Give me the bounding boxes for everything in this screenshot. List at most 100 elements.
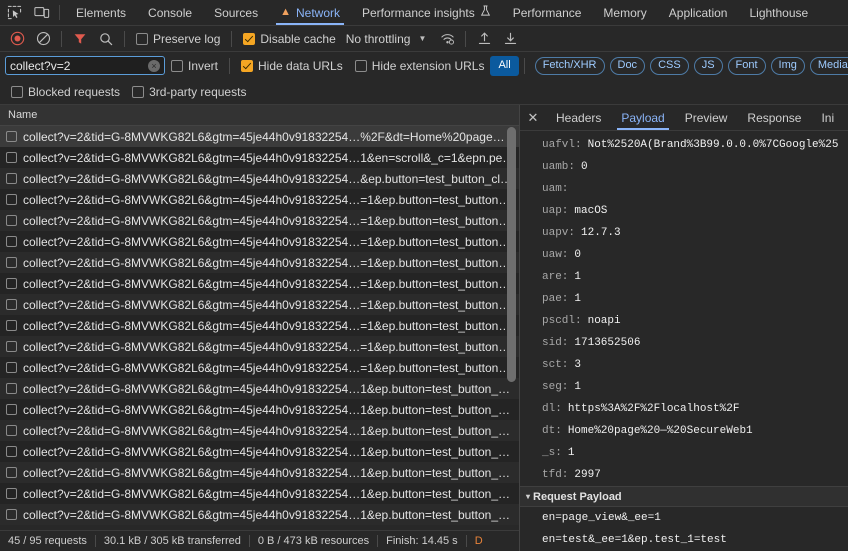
filter-type-css[interactable]: CSS	[650, 57, 689, 75]
blocked-requests-checkbox[interactable]: Blocked requests	[5, 85, 126, 99]
request-row-checkbox[interactable]	[6, 194, 17, 205]
inspect-cursor-icon[interactable]	[0, 0, 28, 25]
clear-filter-icon[interactable]: ×	[148, 60, 160, 72]
request-row[interactable]: collect?v=2&tid=G-8MVWKG82L6&gtm=45je44h…	[0, 441, 519, 462]
network-conditions-icon[interactable]	[434, 26, 460, 52]
request-row-checkbox[interactable]	[6, 320, 17, 331]
payload-param-value: 1	[568, 443, 575, 464]
request-row-checkbox[interactable]	[6, 446, 17, 457]
close-icon[interactable]: ✕	[520, 105, 546, 130]
tab-network[interactable]: ▲ Network	[269, 0, 351, 25]
payload-param-value: https%3A%2F%2Flocalhost%2F	[568, 399, 740, 420]
detail-tab-payload[interactable]: Payload	[611, 105, 674, 130]
request-row-checkbox[interactable]	[6, 236, 17, 247]
filter-type-doc[interactable]: Doc	[610, 57, 646, 75]
tab-performance[interactable]: Performance	[502, 0, 593, 25]
filter-divider-2	[524, 58, 525, 74]
request-row-checkbox[interactable]	[6, 152, 17, 163]
detail-tab-initiator[interactable]: Ini	[811, 105, 844, 130]
record-button-icon[interactable]	[4, 26, 30, 52]
tab-application[interactable]: Application	[658, 0, 739, 25]
request-row-checkbox[interactable]	[6, 488, 17, 499]
request-row-checkbox[interactable]	[6, 257, 17, 268]
request-row-checkbox[interactable]	[6, 509, 17, 520]
request-row[interactable]: collect?v=2&tid=G-8MVWKG82L6&gtm=45je44h…	[0, 273, 519, 294]
request-row[interactable]: collect?v=2&tid=G-8MVWKG82L6&gtm=45je44h…	[0, 189, 519, 210]
filter-type-js[interactable]: JS	[694, 57, 723, 75]
request-payload-section-header[interactable]: ▾Request Payload	[520, 486, 848, 507]
detail-tab-headers[interactable]: Headers	[546, 105, 611, 130]
tab-sources[interactable]: Sources	[203, 0, 269, 25]
request-row-name: collect?v=2&tid=G-8MVWKG82L6&gtm=45je44h…	[23, 277, 510, 291]
request-row[interactable]: collect?v=2&tid=G-8MVWKG82L6&gtm=45je44h…	[0, 420, 519, 441]
filter-funnel-icon[interactable]	[67, 26, 93, 52]
invert-checkbox[interactable]: Invert	[165, 59, 224, 73]
request-row-checkbox[interactable]	[6, 299, 17, 310]
request-row[interactable]: collect?v=2&tid=G-8MVWKG82L6&gtm=45je44h…	[0, 315, 519, 336]
filter-type-fetch-xhr[interactable]: Fetch/XHR	[535, 57, 605, 75]
payload-param-value: Home%20page%20—%20SecureWeb1	[568, 421, 753, 442]
request-row[interactable]: collect?v=2&tid=G-8MVWKG82L6&gtm=45je44h…	[0, 357, 519, 378]
tab-label: Network	[296, 6, 340, 20]
request-row[interactable]: collect?v=2&tid=G-8MVWKG82L6&gtm=45je44h…	[0, 168, 519, 189]
request-row-checkbox[interactable]	[6, 131, 17, 142]
import-har-icon[interactable]	[471, 26, 497, 52]
disable-cache-checkbox[interactable]: Disable cache	[237, 32, 341, 46]
tab-memory[interactable]: Memory	[592, 0, 657, 25]
request-row-checkbox[interactable]	[6, 215, 17, 226]
tab-console[interactable]: Console	[137, 0, 203, 25]
request-row-checkbox[interactable]	[6, 425, 17, 436]
request-row[interactable]: collect?v=2&tid=G-8MVWKG82L6&gtm=45je44h…	[0, 231, 519, 252]
request-row[interactable]: collect?v=2&tid=G-8MVWKG82L6&gtm=45je44h…	[0, 504, 519, 525]
request-row[interactable]: collect?v=2&tid=G-8MVWKG82L6&gtm=45je44h…	[0, 126, 519, 147]
request-row-checkbox[interactable]	[6, 467, 17, 478]
request-row[interactable]: collect?v=2&tid=G-8MVWKG82L6&gtm=45je44h…	[0, 294, 519, 315]
detail-tabbar: ✕ Headers Payload Preview Response Ini	[520, 105, 848, 131]
request-list[interactable]: collect?v=2&tid=G-8MVWKG82L6&gtm=45je44h…	[0, 126, 519, 551]
detail-tab-response[interactable]: Response	[737, 105, 811, 130]
request-list-scrollbar[interactable]	[507, 127, 516, 382]
request-row-checkbox[interactable]	[6, 173, 17, 184]
clear-icon[interactable]	[30, 26, 56, 52]
filter-type-all[interactable]: All	[490, 56, 518, 76]
filter-type-media[interactable]: Media	[810, 57, 848, 75]
chevron-down-icon[interactable]: ▼	[414, 34, 434, 43]
throttling-select[interactable]: No throttling	[342, 32, 415, 46]
payload-param: sid:1713652506	[520, 332, 848, 354]
request-row-checkbox[interactable]	[6, 278, 17, 289]
request-row[interactable]: collect?v=2&tid=G-8MVWKG82L6&gtm=45je44h…	[0, 336, 519, 357]
request-row-checkbox[interactable]	[6, 341, 17, 352]
hide-data-urls-checkbox[interactable]: Hide data URLs	[235, 59, 349, 73]
request-row-checkbox[interactable]	[6, 404, 17, 415]
request-row[interactable]: collect?v=2&tid=G-8MVWKG82L6&gtm=45je44h…	[0, 147, 519, 168]
request-row[interactable]: collect?v=2&tid=G-8MVWKG82L6&gtm=45je44h…	[0, 399, 519, 420]
export-har-icon[interactable]	[497, 26, 523, 52]
third-party-requests-checkbox[interactable]: 3rd-party requests	[126, 85, 252, 99]
payload-param-key: uafvl:	[542, 135, 582, 156]
payload-param-key: tfd:	[542, 465, 568, 486]
filter-type-font[interactable]: Font	[728, 57, 766, 75]
devtools-window: Elements Console Sources ▲ Network Perfo…	[0, 0, 848, 551]
request-row[interactable]: collect?v=2&tid=G-8MVWKG82L6&gtm=45je44h…	[0, 483, 519, 504]
request-row-checkbox[interactable]	[6, 362, 17, 373]
request-row[interactable]: collect?v=2&tid=G-8MVWKG82L6&gtm=45je44h…	[0, 210, 519, 231]
request-row[interactable]: collect?v=2&tid=G-8MVWKG82L6&gtm=45je44h…	[0, 462, 519, 483]
request-row[interactable]: collect?v=2&tid=G-8MVWKG82L6&gtm=45je44h…	[0, 378, 519, 399]
payload-param-key: uamb:	[542, 157, 575, 178]
filter-input[interactable]	[10, 59, 148, 73]
hide-extension-urls-checkbox[interactable]: Hide extension URLs	[349, 59, 491, 73]
preserve-log-checkbox[interactable]: Preserve log	[130, 32, 226, 46]
request-row[interactable]: collect?v=2&tid=G-8MVWKG82L6&gtm=45je44h…	[0, 252, 519, 273]
search-icon[interactable]	[93, 26, 119, 52]
checkbox-box	[136, 33, 148, 45]
network-main-area: Name collect?v=2&tid=G-8MVWKG82L6&gtm=45…	[0, 105, 848, 551]
filter-type-img[interactable]: Img	[771, 57, 805, 75]
tab-elements[interactable]: Elements	[65, 0, 137, 25]
device-toolbar-icon[interactable]	[28, 0, 56, 25]
request-row-checkbox[interactable]	[6, 383, 17, 394]
checkbox-box	[171, 60, 183, 72]
tab-lighthouse[interactable]: Lighthouse	[738, 0, 819, 25]
detail-tab-preview[interactable]: Preview	[675, 105, 738, 130]
filter-input-wrapper[interactable]: ×	[5, 56, 165, 75]
tab-performance-insights[interactable]: Performance insights	[351, 0, 502, 25]
